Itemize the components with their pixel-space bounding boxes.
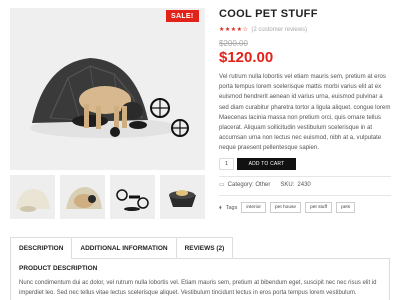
tag-icon: ⬧: [219, 203, 222, 211]
product-summary: COOL PET STUFF ★★★★☆ (2 customer reviews…: [219, 8, 391, 154]
product-tags: ⬧ Tags interior pet house pet stuff pets: [219, 202, 356, 213]
reviews-link[interactable]: (2 customer reviews): [251, 27, 307, 33]
thumbnail-image: [110, 175, 155, 219]
thumbnail-4[interactable]: [160, 175, 205, 219]
description-text: Nunc condimentum dui ac dolor, vel rutru…: [19, 280, 377, 296]
thumbnail-2[interactable]: [60, 175, 105, 219]
thumbnail-image: [160, 175, 205, 219]
tab-additional-information[interactable]: ADDITIONAL INFORMATION: [71, 237, 177, 259]
category-label: Category:: [227, 181, 254, 188]
price-sale: $120.00: [219, 49, 274, 66]
category-link[interactable]: Other: [255, 182, 270, 188]
tab-description[interactable]: DESCRIPTION: [10, 237, 73, 259]
pet-house-photo: [10, 8, 205, 170]
tag-link[interactable]: interior: [241, 202, 266, 213]
thumbnail-image: [10, 175, 55, 219]
price-original: $200.00: [219, 39, 248, 48]
sku-label: SKU:: [280, 181, 295, 188]
product-main-image[interactable]: [10, 8, 205, 170]
product-short-description: Vel rutrum nulla lobortis vel etiam maur…: [219, 73, 391, 152]
thumbnail-gallery: [10, 175, 205, 219]
tags-label: Tags: [225, 204, 238, 211]
tab-panel-border: [10, 258, 11, 300]
quantity-input[interactable]: 1: [219, 158, 234, 170]
add-to-cart-form: 1 ADD TO CART: [219, 158, 296, 170]
divider: [219, 195, 391, 196]
product-title: COOL PET STUFF: [219, 8, 318, 20]
product-tabs: DESCRIPTION ADDITIONAL INFORMATION REVIE…: [10, 237, 234, 259]
tag-link[interactable]: pet house: [270, 202, 302, 213]
product-meta: ▭ Category: Other SKU: 2430: [219, 181, 311, 188]
tab-reviews[interactable]: REVIEWS (2): [175, 237, 234, 259]
thumbnail-image: [60, 175, 105, 219]
add-to-cart-button[interactable]: ADD TO CART: [237, 158, 296, 170]
tag-link[interactable]: pet stuff: [305, 202, 333, 213]
folder-icon: ▭: [219, 181, 225, 188]
rating-stars-icon: ★★★★☆: [219, 26, 249, 33]
description-heading: PRODUCT DESCRIPTION: [19, 265, 98, 272]
thumbnail-1[interactable]: [10, 175, 55, 219]
product-rating: ★★★★☆ (2 customer reviews): [219, 26, 391, 33]
tab-panel-border: [389, 258, 390, 300]
tag-link[interactable]: pets: [336, 202, 356, 213]
thumbnail-3[interactable]: [110, 175, 155, 219]
sale-badge: SALE!: [166, 10, 199, 22]
sku-value: 2430: [297, 181, 311, 188]
divider: [219, 176, 391, 177]
